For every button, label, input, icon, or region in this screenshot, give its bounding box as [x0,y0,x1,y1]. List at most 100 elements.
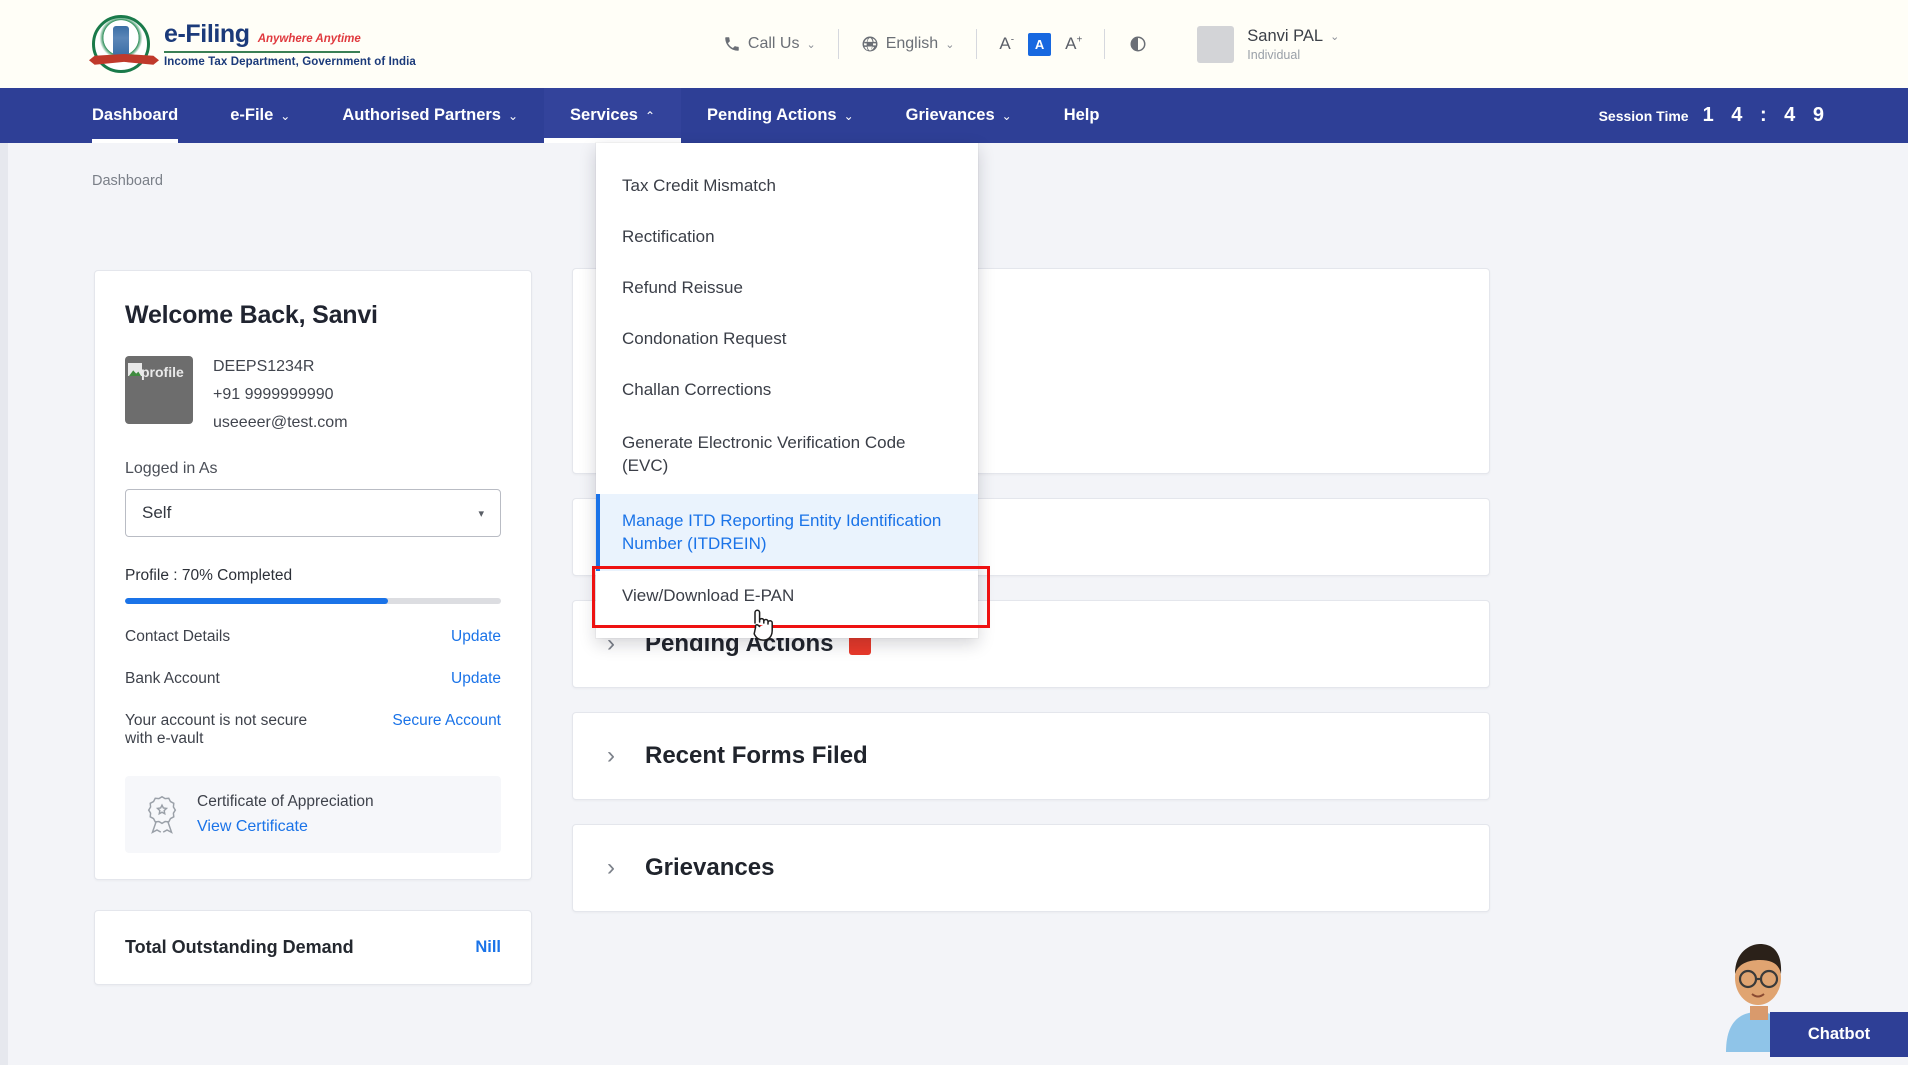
user-name: Sanvi PAL [1247,26,1324,45]
update-bank-account-link[interactable]: Update [451,670,501,688]
contrast-icon [1129,35,1147,53]
brand-logo[interactable]: e-Filing Anywhere Anytime Income Tax Dep… [92,15,416,73]
demand-value[interactable]: Nill [475,938,501,957]
brand-subtitle: Income Tax Department, Government of Ind… [164,55,416,68]
total-outstanding-demand-card: Total Outstanding Demand Nill [94,910,532,985]
logged-in-as-select[interactable]: Self ▾ [125,489,501,537]
certificate-box: Certificate of Appreciation View Certifi… [125,776,501,853]
brand-text: e-Filing Anywhere Anytime Income Tax Dep… [164,20,416,68]
chevron-right-icon: › [607,854,615,881]
language-selector[interactable]: English ⌄ [839,35,977,53]
menu-item-tax-credit-mismatch[interactable]: Tax Credit Mismatch [596,161,978,212]
breadcrumb[interactable]: Dashboard [92,173,163,189]
dashboard-page: e-Filing Anywhere Anytime Income Tax Dep… [0,0,1908,1065]
profile-card: Welcome Back, Sanvi profile DEEPS1234R +… [94,270,532,880]
profile-progress-bar [125,598,501,604]
accordion-grievances[interactable]: › Grievances [572,824,1490,912]
font-size-controls: A- A A+ [977,32,1104,56]
session-label: Session Time [1598,107,1689,124]
email-address: useeeer@test.com [213,414,348,431]
chevron-down-icon: ⌄ [507,108,519,123]
chevron-down-icon: ▾ [478,507,484,520]
call-us-button[interactable]: Call Us ⌄ [701,35,838,53]
welcome-title: Welcome Back, Sanvi [125,301,378,329]
update-contact-details-link[interactable]: Update [451,628,501,646]
font-decrease-button[interactable]: A- [999,34,1014,54]
menu-item-condonation-request[interactable]: Condonation Request [596,314,978,365]
profile-row-contact-details: Contact Details Update [125,628,501,646]
nav-item-services[interactable]: Services ⌃ [544,88,682,143]
chatbot-button[interactable]: Chatbot [1770,1012,1908,1057]
mouse-cursor-pointer-icon [748,607,778,645]
india-emblem-icon [92,15,150,73]
nav-item-pending-actions[interactable]: Pending Actions ⌄ [681,88,880,143]
row-label: Bank Account [125,670,220,687]
contrast-toggle[interactable] [1105,35,1171,53]
nav-label: Services [570,106,638,124]
certificate-title: Certificate of Appreciation [197,793,374,810]
call-us-label: Call Us [747,35,800,52]
accordion-title: Recent Forms Filed [645,742,868,769]
chevron-down-icon: ⌄ [1330,30,1340,43]
profile-progress-label: Profile : 70% Completed [125,567,293,584]
menu-item-challan-corrections[interactable]: Challan Corrections [596,365,978,416]
nav-item-e-file[interactable]: e-File ⌄ [204,88,316,143]
nav-label: e-File [230,106,274,124]
nav-label: Dashboard [92,106,179,124]
nav-item-dashboard[interactable]: Dashboard [66,88,204,143]
pan-number: DEEPS1234R [213,358,315,375]
top-header: e-Filing Anywhere Anytime Income Tax Dep… [0,0,1908,88]
nav-label: Help [1063,106,1100,124]
profile-summary: profile DEEPS1234R +91 9999999990 useeee… [125,356,501,432]
user-menu[interactable]: Sanvi PAL ⌄ Individual [1197,25,1340,63]
chevron-down-icon: ⌄ [843,108,854,123]
font-increase-button[interactable]: A+ [1065,34,1082,54]
services-dropdown-menu: Tax Credit Mismatch Rectification Refund… [596,143,978,639]
secure-account-link[interactable]: Secure Account [392,712,501,730]
logged-in-as-value: Self [142,503,172,522]
accordion-title: Grievances [645,854,775,881]
row-label: Your account is not secure with e-vault [125,712,308,747]
session-time-value: 1 4 : 4 9 [1702,104,1830,126]
menu-item-rectification[interactable]: Rectification [596,212,978,263]
nav-label: Grievances [905,106,995,124]
chevron-down-icon: ⌄ [1001,108,1012,123]
chevron-down-icon: ⌄ [945,38,955,51]
profile-row-bank-account: Bank Account Update [125,670,501,688]
menu-item-view-download-epan[interactable]: View/Download E-PAN [596,571,978,622]
profile-progress-fill [125,598,389,604]
left-column: Welcome Back, Sanvi profile DEEPS1234R +… [94,270,532,985]
brand-name: e-Filing [164,20,250,49]
font-normal-button[interactable]: A [1028,32,1052,56]
phone-number: +91 9999999990 [213,386,334,403]
menu-item-generate-evc[interactable]: Generate Electronic Verification Code (E… [596,416,978,494]
nav-item-authorised-partners[interactable]: Authorised Partners ⌄ [316,88,544,143]
nav-item-grievances[interactable]: Grievances ⌄ [880,88,1038,143]
accordion-recent-forms-filed[interactable]: › Recent Forms Filed [572,712,1490,800]
chevron-down-icon: ⌄ [806,38,816,51]
session-timer: Session Time 1 4 : 4 9 [1599,88,1830,143]
brand-tagline: Anywhere Anytime [257,33,361,46]
profile-photo: profile [125,356,193,424]
logged-in-as-label: Logged in As [125,460,218,477]
demand-label: Total Outstanding Demand [125,937,354,957]
chevron-up-icon: ⌃ [644,108,656,123]
view-certificate-link[interactable]: View Certificate [197,818,374,836]
chevron-right-icon: › [607,742,615,769]
chatbot-widget[interactable]: Chatbot [1700,932,1908,1065]
profile-photo-alt: profile [141,364,184,380]
chevron-down-icon: ⌄ [280,108,291,123]
avatar [1197,25,1235,63]
globe-icon [861,35,879,53]
page-left-edge [0,143,8,1065]
nav-label: Pending Actions [707,106,837,124]
award-ribbon-icon [143,794,181,836]
phone-icon [723,35,741,53]
header-tools: Call Us ⌄ English ⌄ A- A A+ Sanvi PAL ⌄ … [701,25,1340,63]
menu-item-manage-itdrein[interactable]: Manage ITD Reporting Entity Identificati… [596,493,978,572]
nav-item-help[interactable]: Help [1038,88,1126,143]
nav-label: Authorised Partners [342,106,501,124]
row-label: Contact Details [125,628,231,645]
menu-item-refund-reissue[interactable]: Refund Reissue [596,263,978,314]
main-navigation: Dashboard e-File ⌄ Authorised Partners ⌄… [0,88,1908,143]
